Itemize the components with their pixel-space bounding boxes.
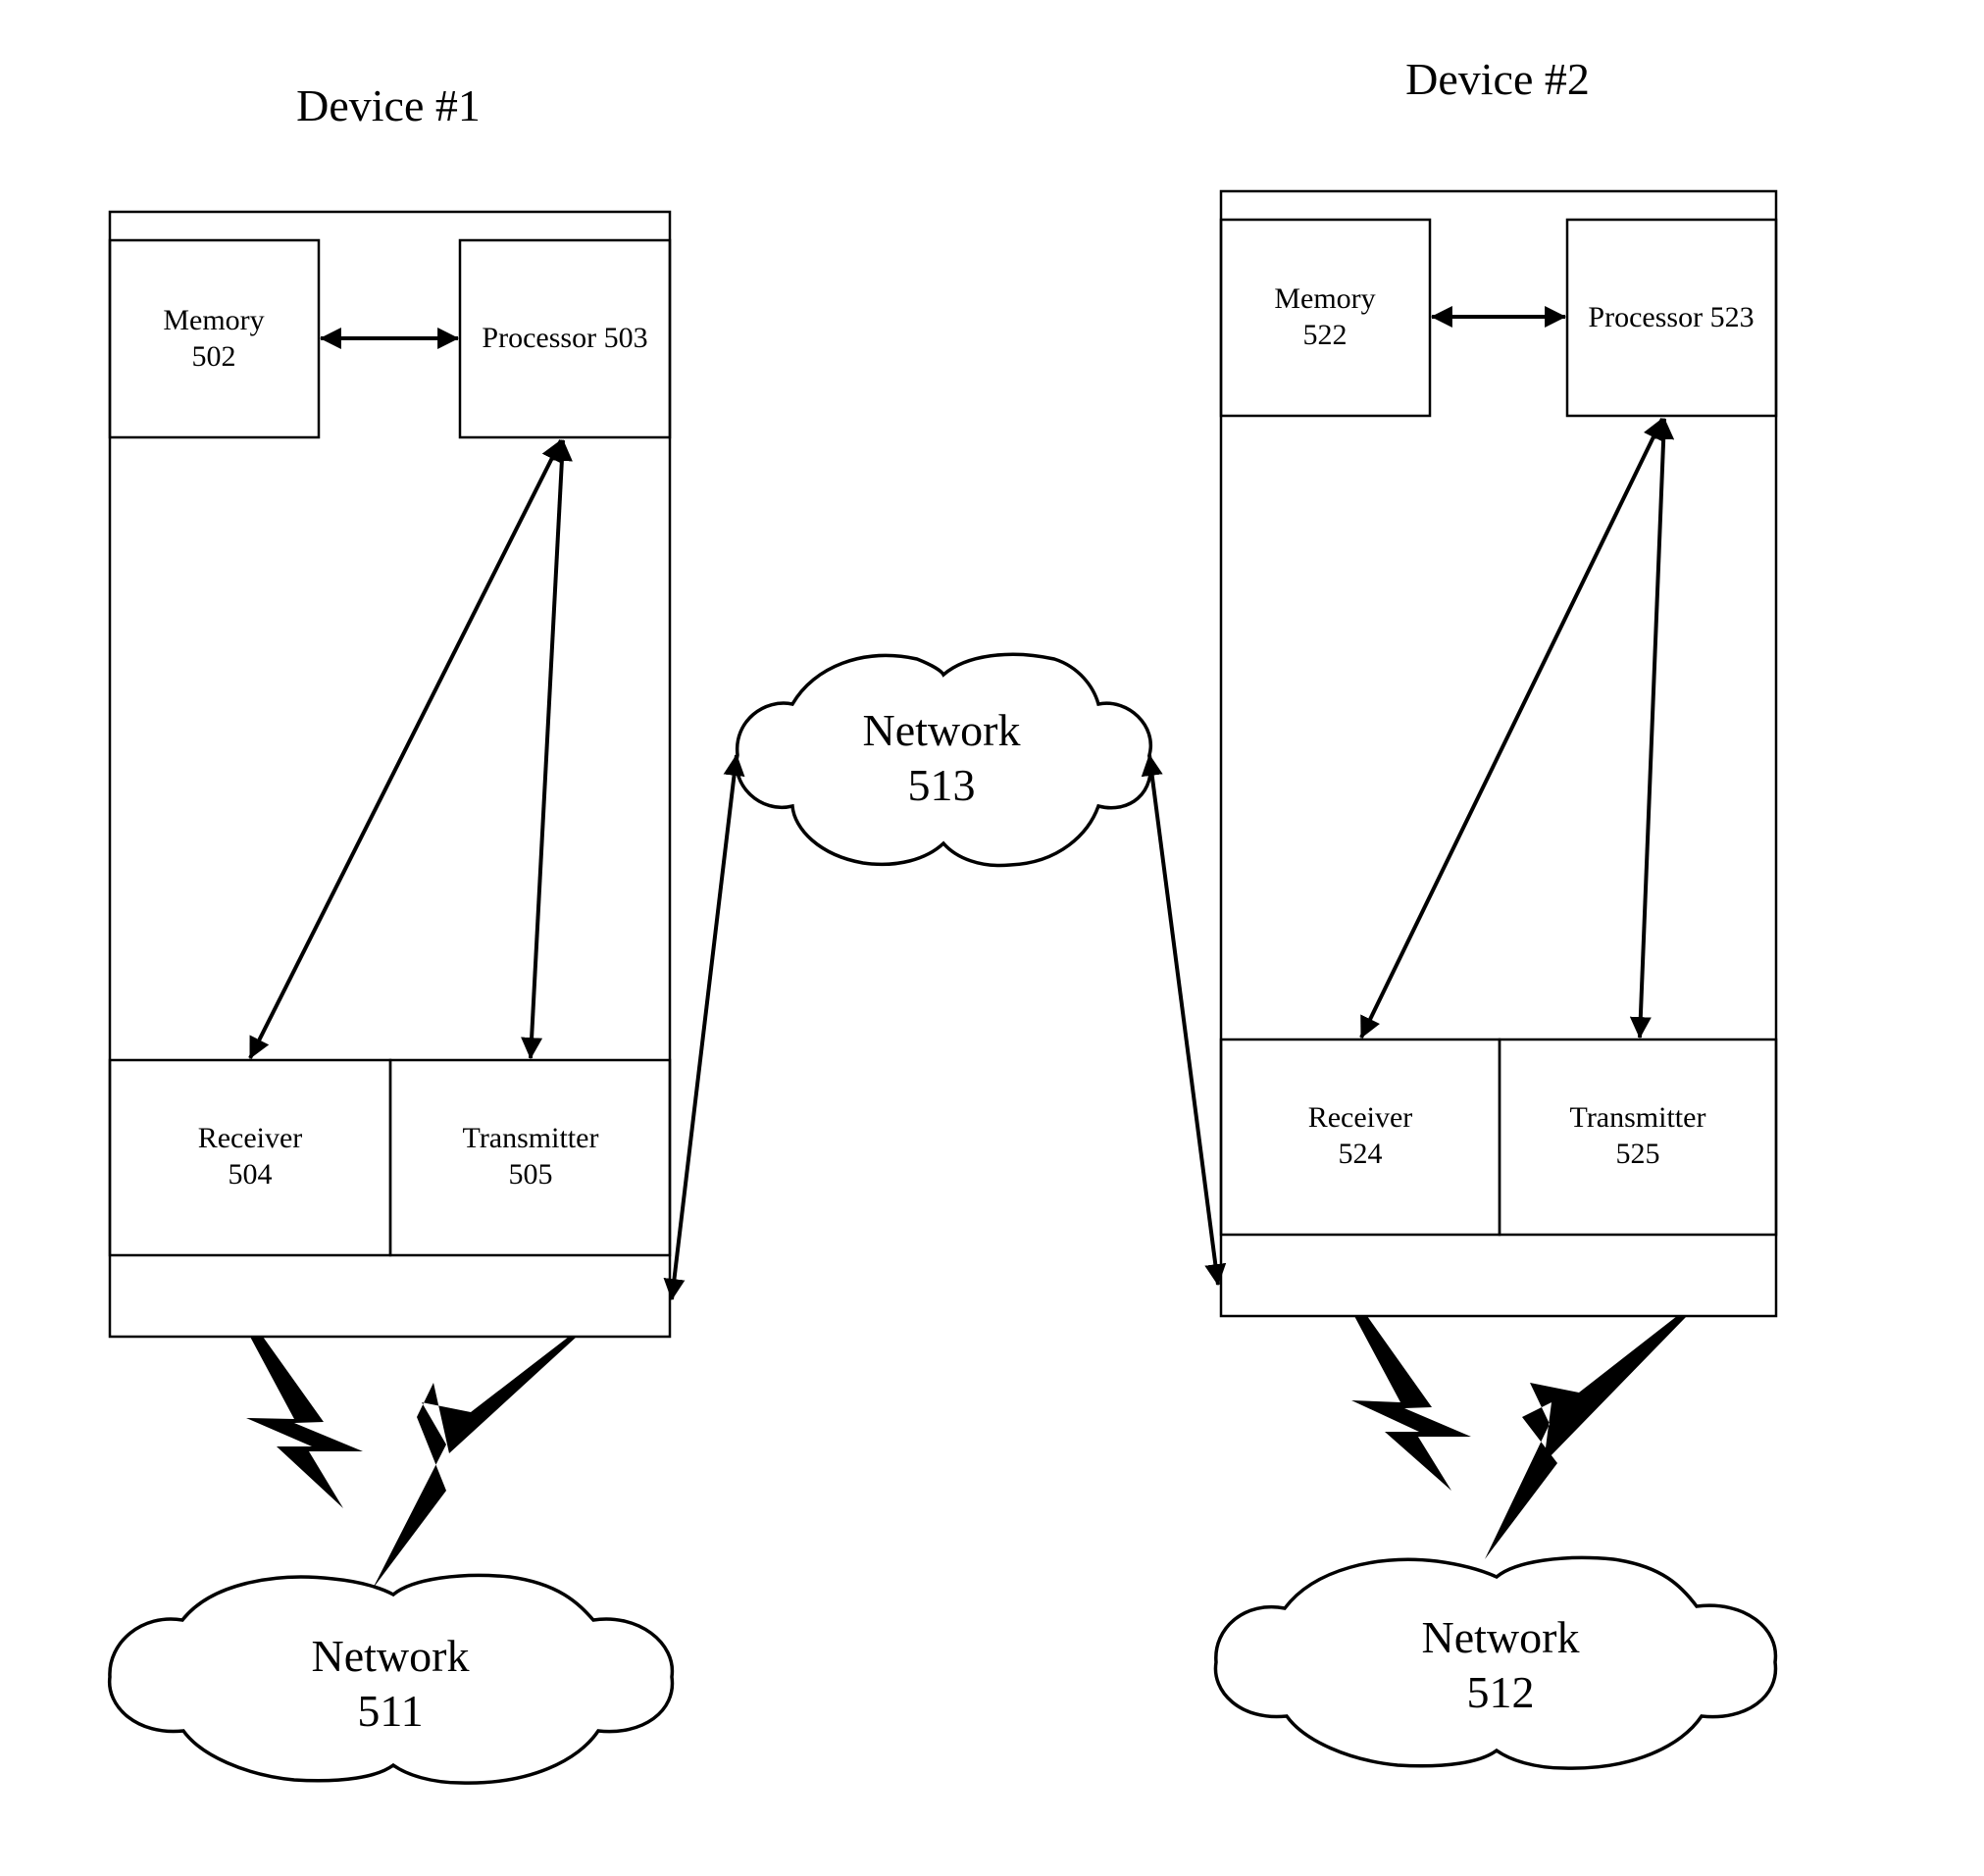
- system-diagram: Device #1 Memory 502 Processor 503 Recei…: [107, 54, 1778, 1785]
- network-512-number: 512: [1467, 1667, 1535, 1717]
- lightning-bolt-icon: [1351, 1316, 1687, 1559]
- memory-502-label: Memory: [163, 304, 264, 336]
- processor-503-label: Processor 503: [482, 322, 647, 354]
- transmitter-505-label: Transmitter: [463, 1122, 599, 1154]
- processor-523-label: Processor 523: [1588, 301, 1754, 333]
- receiver-504-number: 504: [229, 1158, 273, 1191]
- memory-522-label: Memory: [1274, 282, 1375, 315]
- receiver-524-box: Receiver 524: [1219, 1038, 1501, 1237]
- device-2: Device #2 Memory 522 Processor 523 Recei…: [1219, 54, 1778, 1318]
- transmitter-505-box: Transmitter 505: [388, 1058, 672, 1257]
- memory-522-number: 522: [1303, 319, 1348, 351]
- transmitter-525-label: Transmitter: [1570, 1101, 1706, 1134]
- arrow-processor503-transmitter505: [521, 438, 573, 1060]
- network-512-cloud: Network 512: [1213, 1555, 1778, 1770]
- arrow-processor503-receiver504: [248, 439, 563, 1059]
- memory-502-box: Memory 502: [108, 238, 321, 439]
- receiver-524-number: 524: [1339, 1138, 1383, 1170]
- arrow-network513-device1: [663, 753, 745, 1301]
- network-511-label: Network: [312, 1631, 470, 1681]
- arrow-processor523-transmitter525: [1629, 417, 1675, 1039]
- device-1: Device #1 Memory 502 Processor 503 Recei…: [108, 80, 672, 1339]
- transmitter-525-number: 525: [1616, 1138, 1660, 1170]
- memory-502-number: 502: [192, 340, 236, 373]
- arrow-network513-device2: [1141, 753, 1227, 1287]
- receiver-504-label: Receiver: [198, 1122, 303, 1154]
- processor-503-box: Processor 503: [458, 238, 672, 439]
- network-511-cloud: Network 511: [107, 1573, 675, 1785]
- receiver-504-box: Receiver 504: [108, 1058, 392, 1257]
- processor-523-box: Processor 523: [1565, 218, 1778, 418]
- receiver-524-label: Receiver: [1308, 1101, 1413, 1134]
- lightning-bolt-icon: [246, 1337, 577, 1589]
- device-2-title: Device #2: [1405, 54, 1590, 104]
- transmitter-505-number: 505: [509, 1158, 553, 1191]
- network-511-number: 511: [357, 1686, 423, 1736]
- network-513-cloud: Network 513: [735, 652, 1153, 868]
- device-1-title: Device #1: [296, 80, 481, 130]
- network-513-number: 513: [908, 760, 976, 810]
- network-513-label: Network: [863, 705, 1021, 755]
- transmitter-525-box: Transmitter 525: [1498, 1038, 1778, 1237]
- memory-522-box: Memory 522: [1219, 218, 1432, 418]
- network-512-label: Network: [1422, 1612, 1580, 1662]
- arrow-processor523-receiver524: [1359, 418, 1664, 1039]
